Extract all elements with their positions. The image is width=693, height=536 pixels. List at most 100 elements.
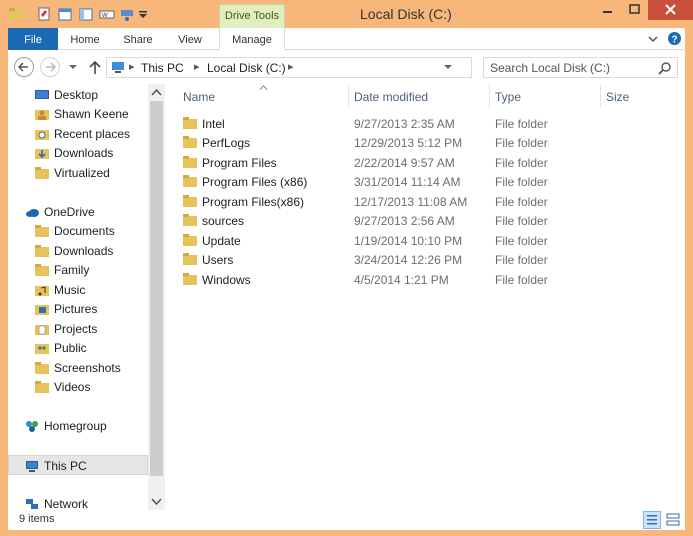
breadcrumb-separator-icon[interactable]: ▸: [129, 60, 135, 73]
column-header-type[interactable]: Type: [495, 90, 521, 104]
qat-customize-dropdown-icon[interactable]: [138, 6, 148, 22]
details-view-button[interactable]: [643, 511, 661, 529]
breadcrumb-this-pc[interactable]: This PC: [141, 61, 184, 75]
tab-view[interactable]: View: [166, 28, 214, 50]
file-row[interactable]: Users 3/24/2014 12:26 PM File folder: [165, 250, 685, 269]
file-row[interactable]: Intel 9/27/2013 2:35 AM File folder: [165, 114, 685, 133]
search-icon[interactable]: [658, 61, 672, 75]
nav-item-label: Family: [54, 263, 90, 277]
column-header-date-modified[interactable]: Date modified: [354, 90, 428, 104]
nav-item-label: Videos: [54, 380, 91, 394]
file-type: File folder: [495, 117, 548, 131]
file-type: File folder: [495, 253, 548, 267]
recent-locations-dropdown-icon[interactable]: [68, 63, 78, 71]
tab-file[interactable]: File: [8, 28, 58, 50]
scroll-down-icon[interactable]: [148, 493, 165, 510]
nav-item-homegroup[interactable]: Homegroup: [8, 416, 148, 436]
downloads-icon: [35, 149, 49, 159]
up-arrow-icon[interactable]: [88, 59, 102, 75]
nav-item-recent-places[interactable]: Recent places: [8, 124, 148, 144]
nav-item-onedrive[interactable]: OneDrive: [8, 202, 148, 222]
svg-text:W: W: [102, 13, 108, 19]
view-pane-icon[interactable]: [78, 6, 94, 22]
nav-item-network[interactable]: Network: [8, 494, 148, 510]
file-row[interactable]: Program Files 2/22/2014 9:57 AM File fol…: [165, 153, 685, 172]
nav-item-label: This PC: [44, 459, 87, 473]
file-name: Windows: [202, 273, 251, 287]
minimize-button[interactable]: [594, 0, 622, 20]
file-name: Program Files(x86): [202, 195, 305, 209]
back-button[interactable]: [14, 57, 34, 77]
column-divider[interactable]: [489, 84, 490, 108]
documents-folder-icon: [35, 325, 49, 335]
new-folder-icon[interactable]: [57, 6, 73, 22]
file-row[interactable]: Windows 4/5/2014 1:21 PM File folder: [165, 270, 685, 289]
search-input[interactable]: [490, 60, 655, 75]
item-count: 9 items: [19, 513, 55, 525]
nav-item-downloads-favorite[interactable]: Downloads: [8, 143, 148, 163]
nav-item-this-pc[interactable]: This PC: [8, 455, 148, 475]
folder-icon: [183, 117, 197, 129]
nav-item-videos[interactable]: Videos: [8, 377, 148, 397]
large-icons-view-icon: [666, 513, 680, 526]
forward-button[interactable]: [40, 57, 60, 77]
nav-item-desktop[interactable]: Desktop: [8, 85, 148, 105]
file-row[interactable]: Program Files(x86) 12/17/2013 11:08 AM F…: [165, 192, 685, 211]
nav-item-projects[interactable]: Projects: [8, 319, 148, 339]
maximize-button[interactable]: [622, 0, 648, 20]
file-date: 12/29/2013 5:12 PM: [354, 136, 463, 150]
file-date: 9/27/2013 2:35 AM: [354, 117, 455, 131]
column-divider[interactable]: [348, 84, 349, 108]
scroll-up-icon[interactable]: [148, 84, 165, 101]
nav-item-pictures[interactable]: Pictures: [8, 299, 148, 319]
properties-icon[interactable]: [36, 6, 52, 22]
expand-ribbon-chevron-icon[interactable]: [646, 32, 660, 46]
help-icon[interactable]: ?: [667, 31, 682, 46]
large-icons-view-button[interactable]: [664, 511, 682, 529]
address-history-dropdown-icon[interactable]: [443, 63, 453, 71]
this-pc-icon: [112, 62, 124, 73]
scrollbar-thumb[interactable]: [150, 101, 163, 476]
nav-item-virtualized[interactable]: Virtualized: [8, 163, 148, 183]
nav-item-screenshots[interactable]: Screenshots: [8, 358, 148, 378]
file-row[interactable]: PerfLogs 12/29/2013 5:12 PM File folder: [165, 133, 685, 152]
folder-icon: [183, 195, 197, 207]
maximize-icon: [629, 4, 640, 14]
svg-text:?: ?: [672, 35, 678, 46]
file-row[interactable]: Program Files (x86) 3/31/2014 11:14 AM F…: [165, 172, 685, 191]
breadcrumb-separator-icon[interactable]: ▸: [288, 60, 294, 73]
file-date: 3/24/2014 12:26 PM: [354, 253, 463, 267]
nav-item-label: Screenshots: [54, 361, 121, 375]
nav-item-documents[interactable]: Documents: [8, 221, 148, 241]
rename-icon[interactable]: W: [99, 6, 115, 22]
address-bar[interactable]: ▸ This PC ▸ Local Disk (C:) ▸: [106, 57, 566, 78]
nav-item-label: OneDrive: [44, 205, 95, 219]
file-name: sources: [202, 214, 245, 228]
folder-icon: [35, 245, 49, 257]
nav-item-downloads-onedrive[interactable]: Downloads: [8, 241, 148, 261]
tab-home[interactable]: Home: [60, 28, 110, 50]
nav-item-label: Shawn Keene: [54, 107, 129, 121]
nav-pane-scrollbar[interactable]: [148, 84, 165, 510]
nav-item-public[interactable]: Public: [8, 338, 148, 358]
column-header-name[interactable]: Name: [183, 90, 215, 104]
search-box[interactable]: [483, 57, 678, 78]
folder-icon: [35, 381, 49, 393]
nav-item-family[interactable]: Family: [8, 260, 148, 280]
file-row[interactable]: sources 9/27/2013 2:56 AM File folder: [165, 211, 685, 230]
column-divider[interactable]: [600, 84, 601, 108]
breadcrumb-separator-icon[interactable]: ▸: [194, 60, 200, 73]
file-list: Name Date modified Type Size Intel 9/27/…: [165, 84, 685, 510]
tab-manage[interactable]: Manage: [219, 28, 285, 50]
nav-item-music[interactable]: Music: [8, 280, 148, 300]
tab-share[interactable]: Share: [112, 28, 164, 50]
nav-item-shawn-keene[interactable]: Shawn Keene: [8, 104, 148, 124]
file-row[interactable]: Update 1/19/2014 10:10 PM File folder: [165, 231, 685, 250]
column-header-size[interactable]: Size: [606, 90, 629, 104]
file-name: Program Files (x86): [202, 175, 308, 189]
nav-item-label: Desktop: [54, 88, 99, 102]
window-folder-icon[interactable]: [8, 6, 24, 22]
network-drive-icon[interactable]: [119, 6, 135, 22]
breadcrumb-local-disk[interactable]: Local Disk (C:): [207, 61, 286, 75]
close-button[interactable]: [648, 0, 693, 20]
